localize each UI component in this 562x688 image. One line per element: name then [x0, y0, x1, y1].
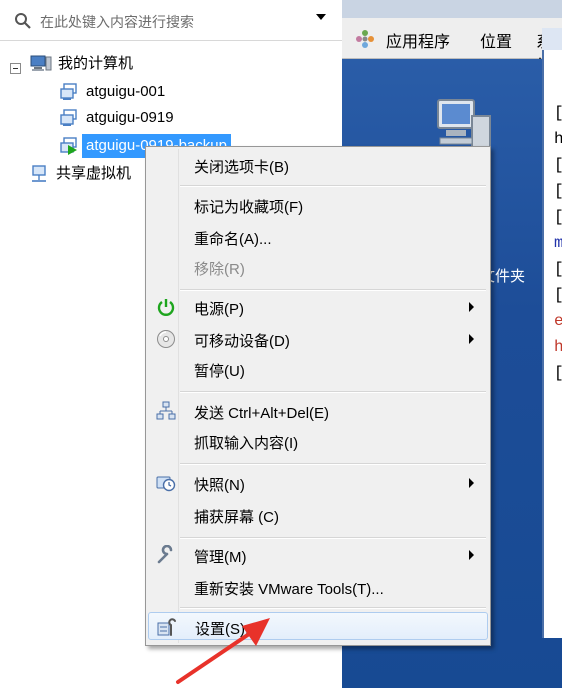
network-send-icon — [156, 401, 176, 421]
terminal-line: [ — [554, 178, 562, 204]
terminal-line: [ — [554, 100, 562, 126]
menu-item-power[interactable]: 电源(P) — [148, 293, 488, 321]
menu-item-close-tab[interactable]: 关闭选项卡(B) — [148, 151, 488, 179]
terminal-line: [ — [554, 256, 562, 282]
terminal-line: [ — [554, 360, 562, 386]
search-dropdown-icon[interactable] — [316, 14, 326, 20]
shared-vm-icon — [30, 165, 48, 191]
guest-menu-apps[interactable]: 应用程序 — [386, 28, 450, 52]
removable-device-icon — [156, 329, 176, 349]
menu-label: 移除(R) — [194, 261, 245, 278]
menu-label: 抓取输入内容(I) — [194, 435, 299, 452]
wrench-icon — [156, 544, 176, 565]
menu-label: 暂停(U) — [194, 363, 245, 380]
submenu-arrow-icon — [469, 478, 474, 488]
search-icon — [14, 12, 32, 33]
snapshot-icon — [156, 473, 176, 493]
menu-label: 重新安装 VMware Tools(T)... — [194, 581, 384, 598]
menu-label: 电源(P) — [194, 301, 244, 318]
menu-label: 发送 Ctrl+Alt+Del(E) — [194, 405, 330, 422]
annotation-arrow-icon — [176, 618, 270, 684]
terminal-line: [ — [554, 152, 562, 178]
menu-item-remove[interactable]: 移除(R) — [148, 253, 488, 281]
tree-node-my-computer[interactable]: 我的计算机 — [10, 52, 330, 76]
computer-icon — [30, 55, 52, 81]
submenu-arrow-icon — [469, 550, 474, 560]
submenu-arrow-icon — [469, 334, 474, 344]
tree-label-vm: atguigu-0919 — [86, 109, 174, 126]
menu-item-grab-input[interactable]: 抓取输入内容(I) — [148, 427, 488, 455]
menu-separator — [180, 391, 486, 393]
menu-label: 快照(N) — [194, 477, 245, 494]
guest-apps-icon — [354, 28, 376, 55]
terminal-line: [ — [554, 204, 562, 230]
tree-node-vm[interactable]: atguigu-0919 — [60, 106, 330, 130]
menu-item-removable-devices[interactable]: 可移动设备(D) — [148, 325, 488, 353]
menu-label: 关闭选项卡(B) — [194, 159, 289, 176]
terminal-line: [ — [554, 282, 562, 308]
menu-separator — [180, 537, 486, 539]
menu-item-send-ctrl-alt-del[interactable]: 发送 Ctrl+Alt+Del(E) — [148, 397, 488, 425]
collapse-icon[interactable] — [10, 58, 21, 82]
menu-item-manage[interactable]: 管理(M) — [148, 541, 488, 569]
menu-separator — [180, 607, 486, 609]
tree-node-vm[interactable]: atguigu-001 — [60, 80, 330, 104]
terminal-titlebar — [542, 28, 562, 50]
menu-label: 可移动设备(D) — [194, 333, 290, 350]
menu-item-snapshot[interactable]: 快照(N) — [148, 469, 488, 497]
vm-running-icon — [60, 137, 80, 163]
vm-icon — [60, 109, 78, 135]
tree-label-vm: atguigu-001 — [86, 83, 166, 100]
vm-tab-strip — [342, 0, 562, 19]
search-placeholder: 在此处键入内容进行搜索 — [40, 14, 194, 30]
submenu-arrow-icon — [469, 302, 474, 312]
menu-item-add-favorite[interactable]: 标记为收藏项(F) — [148, 191, 488, 219]
search-input[interactable]: 在此处键入内容进行搜索 — [6, 4, 334, 38]
menu-label: 标记为收藏项(F) — [194, 199, 304, 216]
menu-label: 捕获屏幕 (C) — [194, 509, 279, 526]
tree-label-my-computer: 我的计算机 — [58, 55, 134, 72]
menu-label: 重命名(A)... — [194, 231, 272, 248]
divider — [0, 40, 342, 41]
menu-separator — [180, 463, 486, 465]
terminal-line: h — [554, 130, 562, 148]
context-menu: 关闭选项卡(B) 标记为收藏项(F) 重命名(A)... 移除(R) 电源(P)… — [145, 146, 491, 646]
menu-item-rename[interactable]: 重命名(A)... — [148, 223, 488, 251]
tree-label-shared: 共享虚拟机 — [56, 165, 132, 182]
terminal-line: e — [554, 312, 562, 330]
menu-separator — [180, 185, 486, 187]
menu-item-pause[interactable]: 暂停(U) — [148, 355, 488, 383]
menu-separator — [180, 289, 486, 291]
terminal-line: h — [554, 338, 562, 356]
power-icon — [156, 297, 176, 317]
terminal-line: m — [554, 234, 562, 252]
guest-menubar: 应用程序 位置 系统 — [342, 18, 562, 75]
terminal-output: [ h [ [ [ m [ [ e h [ — [554, 100, 562, 386]
menu-item-capture-screen[interactable]: 捕获屏幕 (C) — [148, 501, 488, 529]
menu-label: 管理(M) — [194, 549, 247, 566]
guest-menu-places[interactable]: 位置 — [480, 28, 512, 52]
menu-item-reinstall-vmware-tools[interactable]: 重新安装 VMware Tools(T)... — [148, 573, 488, 601]
